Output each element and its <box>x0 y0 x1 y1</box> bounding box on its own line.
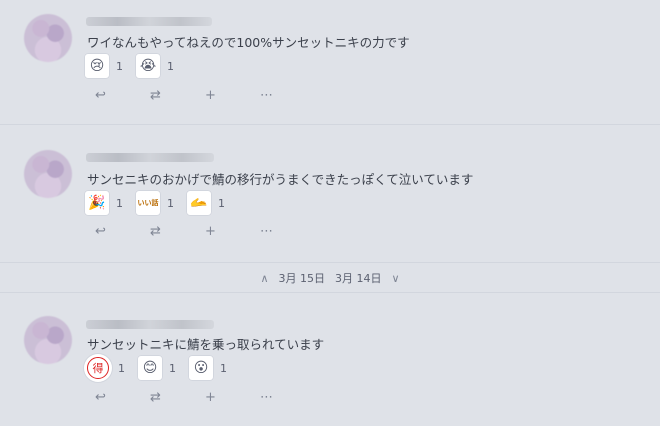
reaction-count: 1 <box>116 196 123 210</box>
chevron-down-icon: ∨ <box>391 271 400 285</box>
party-popper-icon: 🎉 <box>84 190 110 216</box>
plus-icon: + <box>205 389 216 405</box>
reply-icon: ↩ <box>95 223 106 239</box>
reaction-button[interactable]: 得 1 <box>84 355 131 381</box>
add-reaction-button[interactable]: + <box>205 389 260 405</box>
reaction-button[interactable]: 🎉 1 <box>84 190 129 216</box>
reaction-count: 1 <box>118 361 125 375</box>
hand-emoji-icon: 🫴 <box>186 190 212 216</box>
more-icon: ⋯ <box>260 223 273 239</box>
reaction-count: 1 <box>220 361 227 375</box>
plus-icon: + <box>205 87 216 103</box>
reaction-count: 1 <box>218 196 225 210</box>
note-actions: ↩ ⇄ + ⋯ <box>95 389 315 405</box>
note-actions: ↩ ⇄ + ⋯ <box>95 223 315 239</box>
reply-button[interactable]: ↩ <box>95 87 150 103</box>
avatar[interactable] <box>24 14 72 62</box>
avatar[interactable] <box>24 150 72 198</box>
username-blurred[interactable] <box>86 153 214 162</box>
more-button[interactable]: ⋯ <box>260 223 315 239</box>
date-separator: ∧ 3月 15日 3月 14日 ∨ <box>0 270 660 286</box>
renote-icon: ⇄ <box>150 87 161 103</box>
reply-button[interactable]: ↩ <box>95 389 150 405</box>
reactions: 🎉 1 いい話 1 🫴 1 <box>84 190 231 216</box>
plus-icon: + <box>205 223 216 239</box>
renote-button[interactable]: ⇄ <box>150 389 205 405</box>
reaction-count: 1 <box>116 59 123 73</box>
reaction-button[interactable]: 😭 1 <box>135 53 180 79</box>
chevron-up-icon: ∧ <box>260 271 269 285</box>
date-label-next: 3月 14日 <box>335 272 382 285</box>
more-button[interactable]: ⋯ <box>260 389 315 405</box>
renote-button[interactable]: ⇄ <box>150 87 205 103</box>
reaction-count: 1 <box>169 361 176 375</box>
username-blurred[interactable] <box>86 17 212 26</box>
note-text: サンセットニキに鯖を乗っ取られています <box>87 337 325 352</box>
more-icon: ⋯ <box>260 87 273 103</box>
date-label-prev: 3月 15日 <box>278 272 326 285</box>
add-reaction-button[interactable]: + <box>205 87 260 103</box>
iihanashi-text-icon: いい話 <box>135 190 161 216</box>
more-button[interactable]: ⋯ <box>260 87 315 103</box>
note-divider <box>0 124 660 125</box>
renote-icon: ⇄ <box>150 389 161 405</box>
avatar[interactable] <box>24 316 72 364</box>
reaction-count: 1 <box>167 196 174 210</box>
note-divider <box>0 292 660 293</box>
reply-button[interactable]: ↩ <box>95 223 150 239</box>
note-divider <box>0 262 660 263</box>
smiling-face-icon: 😊 <box>137 355 163 381</box>
renote-icon: ⇄ <box>150 223 161 239</box>
surprised-face-icon: 😮 <box>188 355 214 381</box>
username-blurred[interactable] <box>86 320 214 329</box>
reactions: 得 1 😊 1 😮 1 <box>84 355 233 381</box>
note-text: ワイなんもやってねえので100%サンセットニキの力です <box>87 35 410 50</box>
reactions: 😢 1 😭 1 <box>84 53 180 79</box>
reply-icon: ↩ <box>95 87 106 103</box>
reaction-button[interactable]: 🫴 1 <box>186 190 231 216</box>
reaction-count: 1 <box>167 59 174 73</box>
reaction-button[interactable]: 😊 1 <box>137 355 182 381</box>
reply-icon: ↩ <box>95 389 106 405</box>
reaction-button[interactable]: 😮 1 <box>188 355 233 381</box>
reaction-button[interactable]: いい話 1 <box>135 190 180 216</box>
renote-button[interactable]: ⇄ <box>150 223 205 239</box>
more-icon: ⋯ <box>260 389 273 405</box>
add-reaction-button[interactable]: + <box>205 223 260 239</box>
note-actions: ↩ ⇄ + ⋯ <box>95 87 315 103</box>
helmet-crying-2-icon: 😭 <box>135 53 161 79</box>
toku-kanji-icon: 得 <box>87 357 109 379</box>
note-text: サンセニキのおかげで鯖の移行がうまくできたっぽくて泣いています <box>87 172 474 187</box>
reaction-button[interactable]: 😢 1 <box>84 53 129 79</box>
helmet-crying-icon: 😢 <box>84 53 110 79</box>
